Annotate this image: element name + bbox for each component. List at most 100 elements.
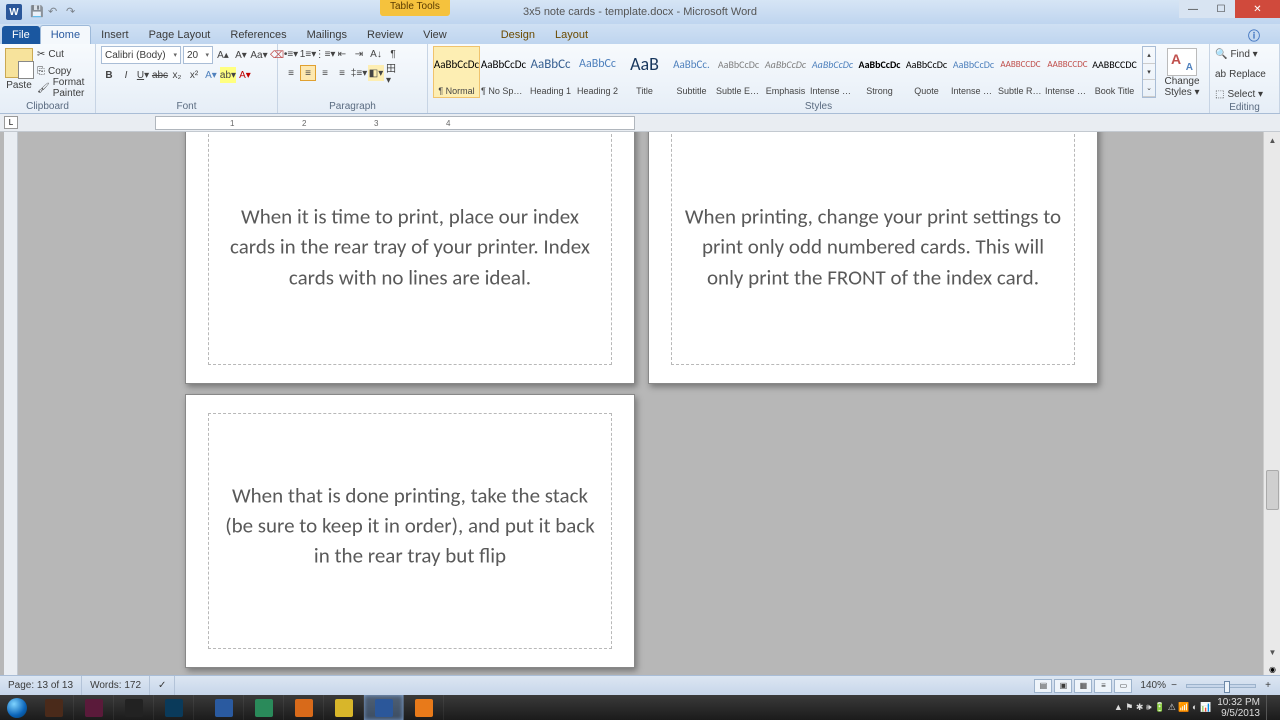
style-gallery-scroll[interactable]: ▴▾⌄ bbox=[1142, 46, 1156, 98]
borders-button[interactable]: 田▾ bbox=[385, 65, 401, 81]
style-item-9[interactable]: AaBbCcDcStrong bbox=[856, 46, 903, 98]
superscript-button[interactable]: x² bbox=[186, 67, 202, 83]
style-item-3[interactable]: AaBbCcHeading 2 bbox=[574, 46, 621, 98]
tab-insert[interactable]: Insert bbox=[91, 26, 139, 44]
style-item-10[interactable]: AaBbCcDcQuote bbox=[903, 46, 950, 98]
card-1-text[interactable]: When it is time to print, place our inde… bbox=[221, 201, 599, 292]
tab-review[interactable]: Review bbox=[357, 26, 413, 44]
zoom-out-button[interactable]: − bbox=[1168, 680, 1180, 691]
cut-button[interactable]: ✂ Cut bbox=[37, 46, 90, 62]
format-painter-button[interactable]: 🖌 Format Painter bbox=[37, 80, 90, 96]
increase-indent-button[interactable]: ⇥ bbox=[351, 46, 367, 62]
style-item-14[interactable]: AABBCCDCBook Title bbox=[1091, 46, 1138, 98]
tab-home[interactable]: Home bbox=[40, 25, 91, 44]
scroll-up-icon[interactable]: ▲ bbox=[1264, 132, 1280, 149]
taskbar-firefox[interactable] bbox=[284, 695, 324, 720]
decrease-indent-button[interactable]: ⇤ bbox=[334, 46, 350, 62]
tab-design[interactable]: Design bbox=[491, 26, 545, 44]
view-web-layout[interactable]: ▦ bbox=[1074, 679, 1092, 693]
system-tray[interactable]: ▲ ⚑ ✱ 🕪 🔋 ⚠ 📶 ◐ 📊 10:32 PM 9/5/2013 bbox=[1114, 695, 1280, 720]
tab-mailings[interactable]: Mailings bbox=[297, 26, 357, 44]
change-styles-button[interactable]: Change Styles ▾ bbox=[1160, 46, 1204, 98]
scroll-down-icon[interactable]: ▼ bbox=[1264, 644, 1280, 661]
view-full-screen[interactable]: ▣ bbox=[1054, 679, 1072, 693]
underline-button[interactable]: U▾ bbox=[135, 67, 151, 83]
taskbar-photoshop[interactable] bbox=[154, 695, 194, 720]
card-2-text[interactable]: When printing, change your print setting… bbox=[684, 201, 1062, 292]
taskbar-chrome[interactable] bbox=[324, 695, 364, 720]
style-item-8[interactable]: AaBbCcDcIntense E... bbox=[809, 46, 856, 98]
minimize-button[interactable]: — bbox=[1179, 0, 1207, 18]
card-2[interactable]: When printing, change your print setting… bbox=[648, 132, 1098, 384]
scroll-thumb[interactable] bbox=[1266, 470, 1279, 510]
zoom-slider[interactable] bbox=[1186, 684, 1256, 688]
justify-button[interactable]: ≡ bbox=[334, 65, 350, 81]
find-button[interactable]: 🔍 Find ▾ bbox=[1215, 46, 1258, 62]
view-draft[interactable]: ▭ bbox=[1114, 679, 1132, 693]
align-left-button[interactable]: ≡ bbox=[283, 65, 299, 81]
multilevel-button[interactable]: ⋮≡▾ bbox=[317, 46, 333, 62]
highlight-button[interactable]: ab▾ bbox=[220, 67, 236, 83]
style-gallery[interactable]: AaBbCcDc¶ NormalAaBbCcDc¶ No Spaci...AaB… bbox=[433, 46, 1138, 100]
start-button[interactable] bbox=[0, 695, 34, 720]
style-item-12[interactable]: AABBCCDCSubtle Ref... bbox=[997, 46, 1044, 98]
quick-access-toolbar[interactable]: 💾 ↶ ↷ bbox=[30, 5, 80, 19]
style-item-1[interactable]: AaBbCcDc¶ No Spaci... bbox=[480, 46, 527, 98]
subscript-button[interactable]: x₂ bbox=[169, 67, 185, 83]
tray-icons[interactable]: ▲ ⚑ ✱ 🕪 🔋 ⚠ 📶 ◐ 📊 bbox=[1114, 702, 1211, 713]
status-words[interactable]: Words: 172 bbox=[82, 676, 150, 695]
tab-page-layout[interactable]: Page Layout bbox=[139, 26, 221, 44]
change-case-button[interactable]: Aa▾ bbox=[251, 47, 267, 63]
select-button[interactable]: ⬚ Select ▾ bbox=[1215, 86, 1263, 102]
zoom-level[interactable]: 140% bbox=[1140, 680, 1166, 691]
style-item-7[interactable]: AaBbCcDcEmphasis bbox=[762, 46, 809, 98]
taskbar-lightroom[interactable] bbox=[114, 695, 154, 720]
tab-selector[interactable]: L bbox=[4, 116, 18, 129]
tab-layout[interactable]: Layout bbox=[545, 26, 598, 44]
taskbar-app[interactable] bbox=[244, 695, 284, 720]
tab-view[interactable]: View bbox=[413, 26, 457, 44]
maximize-button[interactable]: ☐ bbox=[1207, 0, 1235, 18]
vertical-scrollbar[interactable]: ▲ ▼ ◉ ▼ bbox=[1263, 132, 1280, 695]
style-item-4[interactable]: AaBTitle bbox=[621, 46, 668, 98]
font-size-combo[interactable]: 20▾ bbox=[183, 46, 213, 64]
card-3-text[interactable]: When that is done printing, take the sta… bbox=[221, 480, 599, 571]
taskbar-explorer[interactable] bbox=[204, 695, 244, 720]
strikethrough-button[interactable]: abc bbox=[152, 67, 168, 83]
style-item-6[interactable]: AaBbCcDcSubtle Em... bbox=[715, 46, 762, 98]
page-canvas[interactable]: When it is time to print, place our inde… bbox=[0, 132, 1263, 695]
card-1[interactable]: When it is time to print, place our inde… bbox=[185, 132, 635, 384]
shrink-font-button[interactable]: A▾ bbox=[233, 47, 249, 63]
font-name-combo[interactable]: Calibri (Body)▾ bbox=[101, 46, 181, 64]
view-print-layout[interactable]: ▤ bbox=[1034, 679, 1052, 693]
style-item-0[interactable]: AaBbCcDc¶ Normal bbox=[433, 46, 480, 98]
style-item-13[interactable]: AABBCCDCIntense R... bbox=[1044, 46, 1091, 98]
sort-button[interactable]: A↓ bbox=[368, 46, 384, 62]
tab-file[interactable]: File bbox=[2, 26, 40, 44]
zoom-in-button[interactable]: + bbox=[1262, 680, 1274, 691]
status-proofing[interactable]: ✓ bbox=[150, 676, 175, 695]
taskbar-word[interactable] bbox=[364, 695, 404, 720]
replace-button[interactable]: ab Replace bbox=[1215, 66, 1266, 82]
taskbar-clock[interactable]: 10:32 PM 9/5/2013 bbox=[1217, 697, 1260, 719]
taskbar-indesign[interactable] bbox=[74, 695, 114, 720]
taskbar-vlc[interactable] bbox=[404, 695, 444, 720]
undo-icon[interactable]: ↶ bbox=[48, 5, 62, 19]
line-spacing-button[interactable]: ‡≡▾ bbox=[351, 65, 367, 81]
font-color-button[interactable]: A▾ bbox=[237, 67, 253, 83]
card-3[interactable]: When that is done printing, take the sta… bbox=[185, 394, 635, 668]
tab-references[interactable]: References bbox=[220, 26, 296, 44]
horizontal-ruler[interactable]: 1234 bbox=[155, 116, 635, 130]
bold-button[interactable]: B bbox=[101, 67, 117, 83]
redo-icon[interactable]: ↷ bbox=[66, 5, 80, 19]
grow-font-button[interactable]: A▴ bbox=[215, 47, 231, 63]
align-center-button[interactable]: ≡ bbox=[300, 65, 316, 81]
shading-button[interactable]: ◧▾ bbox=[368, 65, 384, 81]
close-button[interactable]: ✕ bbox=[1235, 0, 1280, 18]
style-item-5[interactable]: AaBbCc.Subtitle bbox=[668, 46, 715, 98]
bullets-button[interactable]: •≡▾ bbox=[283, 46, 299, 62]
save-icon[interactable]: 💾 bbox=[30, 5, 44, 19]
style-item-2[interactable]: AaBbCcHeading 1 bbox=[527, 46, 574, 98]
view-outline[interactable]: ≡ bbox=[1094, 679, 1112, 693]
paste-button[interactable]: Paste bbox=[5, 46, 33, 91]
